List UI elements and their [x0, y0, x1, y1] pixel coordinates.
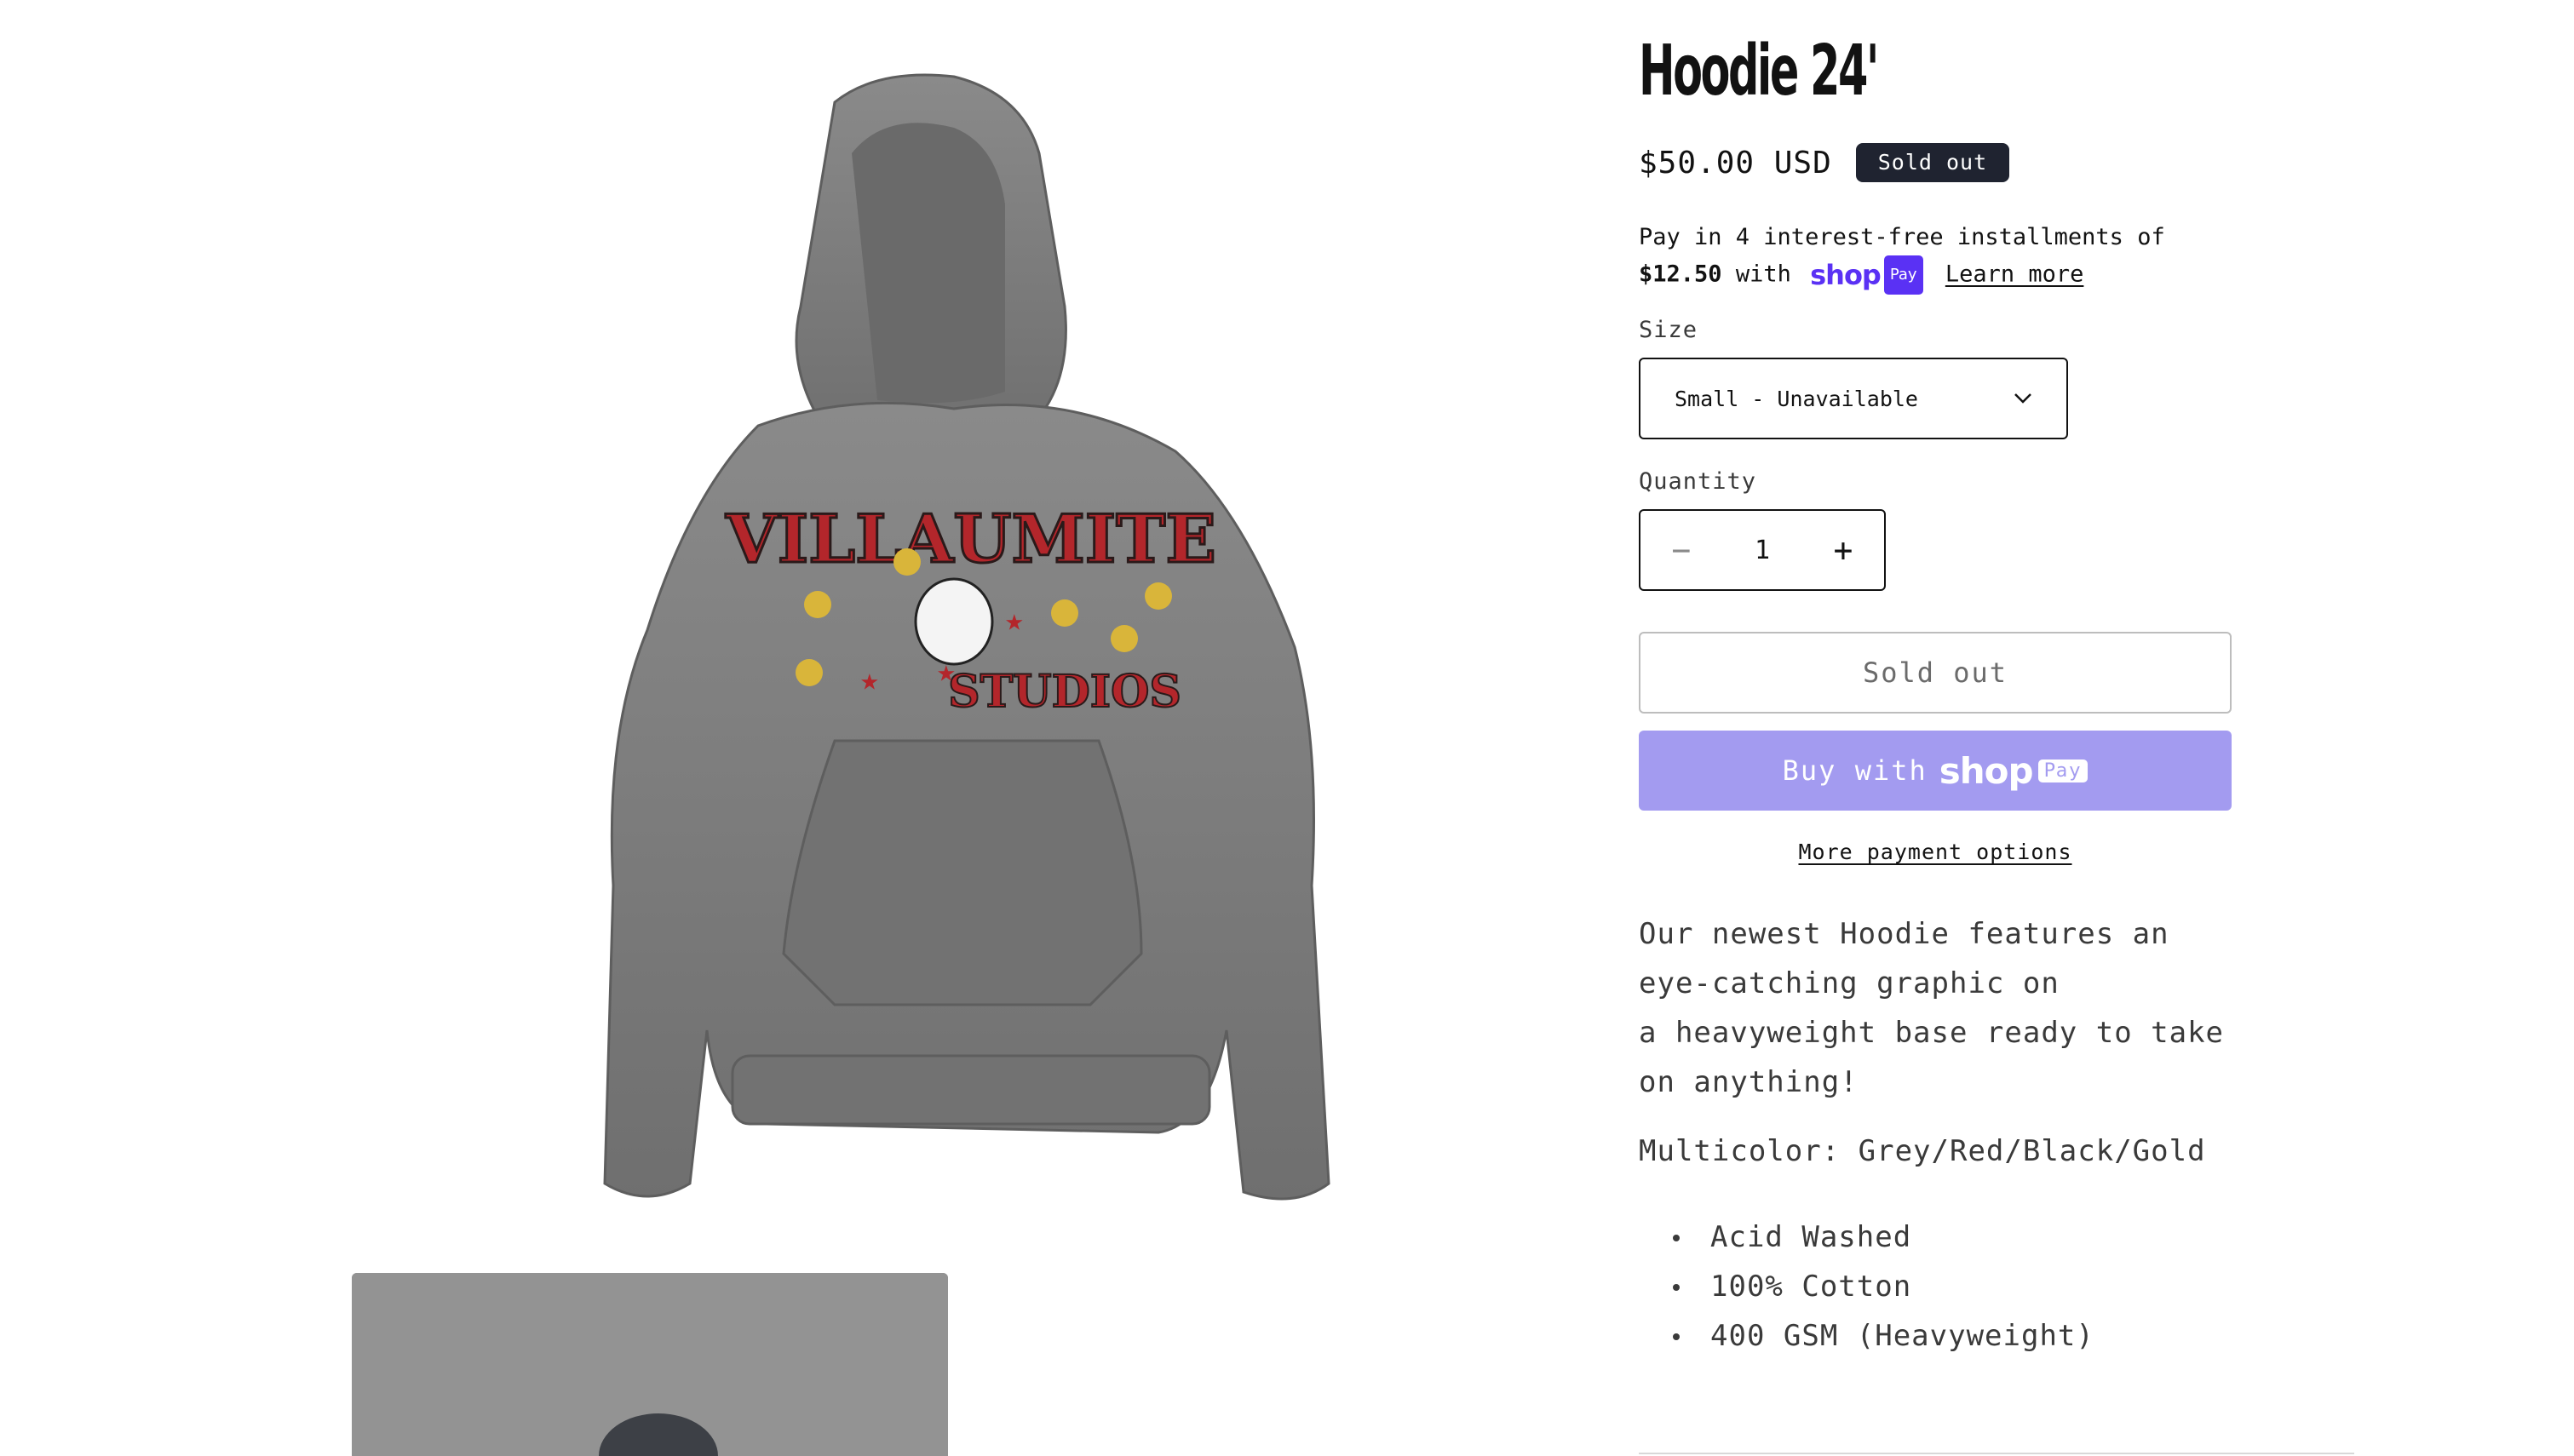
- size-selected-value: Small - Unavailable: [1675, 386, 1918, 411]
- thumbnail-photo: [352, 1273, 948, 1456]
- description-line: eye-catching graphic on: [1639, 966, 2060, 1000]
- feature-list: Acid Washed 100% Cotton 400 GSM (Heavywe…: [1673, 1212, 2094, 1361]
- svg-text:★: ★: [860, 662, 879, 697]
- svg-text:★: ★: [937, 654, 956, 689]
- section-divider: [1639, 1453, 2354, 1454]
- minus-icon[interactable]: −: [1640, 511, 1722, 589]
- graphic-text-bottom: STUDIOS: [948, 666, 1181, 718]
- description-line: Our newest Hoodie features an: [1639, 917, 2169, 951]
- quantity-value[interactable]: 1: [1755, 536, 1770, 565]
- multicolor-text: Multicolor: Grey/Red/Black/Gold: [1639, 1134, 2206, 1168]
- product-title: Hoodie 24': [1639, 31, 1879, 112]
- learn-more-link[interactable]: Learn more: [1945, 261, 2084, 288]
- size-select[interactable]: Small - Unavailable: [1639, 358, 2068, 439]
- graphic-text-top: VILLAUMITE: [725, 501, 1216, 578]
- chevron-down-icon: [2014, 393, 2031, 404]
- shop-pay-logo: shop Pay: [1810, 255, 1923, 295]
- sold-out-badge: Sold out: [1855, 143, 2010, 182]
- shop-logo-pay: Pay: [1883, 255, 1923, 295]
- buy-with-shop-pay-button[interactable]: Buy with shop Pay: [1639, 731, 2232, 811]
- pay-badge: Pay: [2037, 759, 2089, 782]
- size-label: Size: [1639, 317, 1698, 343]
- product-price: $50.00 USD: [1639, 145, 1832, 181]
- shop-logo-word: shop: [1810, 259, 1882, 291]
- feature-item: 400 GSM (Heavyweight): [1673, 1311, 2094, 1361]
- feature-item: 100% Cotton: [1673, 1262, 2094, 1311]
- svg-text:★: ★: [1005, 603, 1024, 638]
- description-line: a heavyweight base ready to take: [1639, 1016, 2225, 1050]
- installment-amount: $12.50: [1639, 261, 1722, 288]
- installments-with: with: [1735, 261, 1791, 288]
- description-line: on anything!: [1639, 1065, 1859, 1099]
- feature-item: Acid Washed: [1673, 1212, 2094, 1262]
- plus-icon[interactable]: +: [1802, 511, 1884, 589]
- installments-info: Pay in 4 interest-free installments of $…: [1639, 220, 2371, 295]
- quantity-stepper: − 1 +: [1639, 509, 1886, 591]
- hoodie-illustration: VILLAUMITE STUDIOS ★ ★ ★: [603, 73, 1330, 1201]
- price-row: $50.00 USD Sold out: [1639, 140, 2010, 185]
- product-description: Our newest Hoodie features an eye-catchi…: [1639, 909, 2224, 1107]
- quantity-label: Quantity: [1639, 468, 1757, 495]
- more-payment-options-link[interactable]: More payment options: [1639, 840, 2232, 864]
- product-thumbnail[interactable]: [352, 1273, 948, 1456]
- shop-word: shop: [1939, 749, 2034, 792]
- product-main-image[interactable]: VILLAUMITE STUDIOS ★ ★ ★: [477, 51, 1448, 1235]
- buy-with-label: Buy with: [1782, 754, 1928, 787]
- installments-text: Pay in 4 interest-free installments of: [1639, 224, 2165, 250]
- sold-out-button[interactable]: Sold out: [1639, 632, 2232, 714]
